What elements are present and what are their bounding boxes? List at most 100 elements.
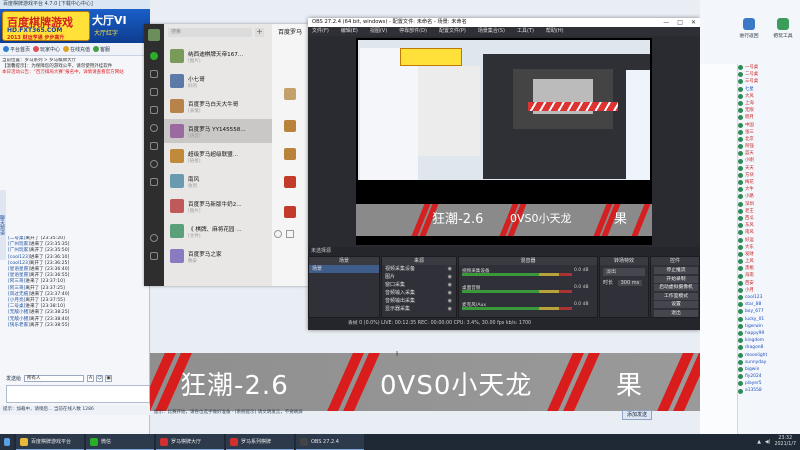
avatar[interactable] [148, 29, 160, 41]
network-icon[interactable]: ▲ [757, 440, 761, 445]
start-button[interactable] [0, 434, 14, 450]
emoji-icon[interactable] [274, 230, 282, 238]
chat-log-user[interactable]: [星语星愿] [8, 273, 30, 278]
taskbar-app[interactable]: 微信 [86, 434, 154, 450]
close-icon[interactable]: ✕ [691, 18, 696, 27]
player-list-item[interactable]: sunnyday [738, 359, 800, 366]
volume-meter[interactable] [462, 273, 572, 276]
chat-log-user[interactable]: [cool123] [8, 261, 30, 266]
chat-log-user[interactable]: [无敌小猪] [8, 317, 30, 322]
obs-menu-item[interactable]: 文件(F) [312, 27, 329, 36]
player-list-item[interactable]: 明月 [738, 114, 800, 121]
player-list-item[interactable]: lucky_01 [738, 316, 800, 323]
emoji-icon[interactable]: ☺ [96, 375, 104, 382]
eye-icon[interactable]: ◉ [448, 281, 452, 289]
eye-icon[interactable]: ◉ [448, 289, 452, 297]
chat-log-user[interactable]: [星语星愿] [8, 267, 30, 272]
add-icon[interactable]: + [255, 28, 264, 37]
folder-icon[interactable] [150, 106, 158, 114]
chat-log-user[interactable]: [阿三哥] [8, 279, 25, 284]
eye-icon[interactable]: ◉ [448, 305, 452, 313]
player-list-item[interactable]: a13558 [738, 387, 800, 394]
player-list-item[interactable]: 北京 [738, 136, 800, 143]
chat-log-user[interactable]: [快乐老家] [8, 323, 30, 328]
player-list-item[interactable]: 方块 [738, 172, 800, 179]
obs-menu-item[interactable]: 帮助(H) [546, 27, 564, 36]
player-list-item[interactable]: 天天 [738, 165, 800, 172]
player-list-item[interactable]: 三号桌 [738, 78, 800, 85]
channels-icon[interactable] [150, 142, 158, 150]
player-list-item[interactable]: 大东 [738, 244, 800, 251]
phone-icon[interactable] [150, 234, 158, 242]
obs-control-button[interactable]: 停止推流 [654, 267, 698, 274]
volume-meter[interactable] [462, 290, 572, 293]
wechat-conversation-item[interactable]: 百度罗马 YY145558... [语音] [164, 119, 272, 143]
player-list-item[interactable]: kingdom [738, 337, 800, 344]
player-list-item[interactable]: player5 [738, 380, 800, 387]
player-list-item[interactable]: 阿强 [738, 143, 800, 150]
chat-log-user[interactable]: [无敌小猪] [8, 310, 30, 315]
taskbar-app[interactable]: 罗马系列棋牌 [226, 434, 294, 450]
screenshot-icon[interactable]: ▣ [105, 375, 113, 382]
volume-meter[interactable] [462, 307, 572, 310]
player-list-item[interactable]: 好运 [738, 237, 800, 244]
toolbar-player-button[interactable]: 玩家中心 [33, 46, 60, 53]
obs-control-button[interactable]: 设置 [654, 301, 698, 309]
source-item[interactable]: 视频采集设备 ◉ [382, 265, 456, 273]
wechat-conversation-item[interactable]: 南风 收到 [164, 169, 272, 193]
minimize-icon[interactable]: — [663, 18, 669, 27]
obs-menu-item[interactable]: 停靠部件(D) [399, 27, 427, 36]
wechat-conversation-item[interactable]: 百度罗马新版牛奶2... [图片] [164, 194, 272, 218]
obs-menu-item[interactable]: 场景集合(S) [478, 27, 505, 36]
send-button[interactable]: 添加发送 [622, 410, 652, 420]
taskbar-app[interactable]: 百度棋牌游戏平台 [16, 434, 84, 450]
player-list-item[interactable]: 西瓜 [738, 215, 800, 222]
search-icon[interactable] [150, 160, 158, 168]
chat-log-user[interactable]: [小月亮] [8, 298, 25, 303]
player-list-item[interactable]: 大风 [738, 93, 800, 100]
toolbar-service-button[interactable]: 客服 [93, 46, 110, 53]
toolbar-recharge-button[interactable]: 在线充值 [63, 46, 90, 53]
source-item[interactable]: 图片 ◉ [382, 273, 456, 281]
player-list-item[interactable]: 西安 [738, 280, 800, 287]
wechat-conversation-item[interactable]: 小七哥 好的 [164, 69, 272, 93]
wechat-conversation-item[interactable]: 纳西迪棋牌天帝167... [图片] [164, 44, 272, 68]
favorites-icon[interactable] [150, 88, 158, 96]
wechat-conversation-item[interactable]: 百度罗马白天大牛哥 [表情] [164, 94, 272, 118]
taskbar-app[interactable]: 罗马棋牌大厅 [156, 434, 224, 450]
player-list-item[interactable]: 二号桌 [738, 71, 800, 78]
player-list-item[interactable]: 海南 [738, 272, 800, 279]
player-list-item[interactable]: 大牛 [738, 186, 800, 193]
chat-log-user[interactable]: [阿三哥] [8, 286, 25, 291]
wechat-search-input[interactable]: 搜索 [168, 28, 252, 37]
chat-log-user[interactable]: [广州玩家] [8, 248, 30, 253]
miniprogram-icon[interactable] [150, 178, 158, 186]
chat-log-user[interactable]: [风过无痕] [8, 292, 30, 297]
obs-control-button[interactable]: 工作室模式 [654, 292, 698, 300]
toolbar-home-button[interactable]: 平台首页 [3, 46, 30, 53]
eye-icon[interactable]: ◉ [448, 297, 452, 305]
player-list-item[interactable]: 南风 [738, 229, 800, 236]
tools-button[interactable]: 把玩工具 [772, 18, 794, 39]
duration-input[interactable]: 300 ms [617, 280, 643, 286]
volume-icon[interactable]: ◀) [765, 440, 771, 445]
player-list-item[interactable]: 小刚 [738, 157, 800, 164]
obs-menu-item[interactable]: 视图(V) [370, 27, 387, 36]
player-list-item[interactable]: dragon8 [738, 344, 800, 351]
player-list-item[interactable]: 中国 [738, 122, 800, 129]
wechat-conversation-item[interactable]: 超级罗马超级联盟... [链接] [164, 144, 272, 168]
player-list-item[interactable]: 东风 [738, 222, 800, 229]
source-item[interactable]: 显示器采集 ◉ [382, 305, 456, 313]
player-list-item[interactable]: 小月 [738, 287, 800, 294]
chat-channel-tab[interactable]: 聊天频道 [0, 190, 6, 260]
player-list-item[interactable]: 深圳 [738, 201, 800, 208]
obs-menu-item[interactable]: 配置文件(P) [439, 27, 466, 36]
chat-compose-input[interactable] [6, 385, 150, 403]
player-list-item[interactable]: star_88 [738, 301, 800, 308]
player-list-item[interactable]: 发财 [738, 251, 800, 258]
maximize-icon[interactable]: □ [677, 18, 683, 27]
player-list-item[interactable]: 蓝天 [738, 150, 800, 157]
moments-icon[interactable] [150, 124, 158, 132]
clock[interactable]: 23:32 2021/1/7 [774, 436, 796, 448]
obs-menu-item[interactable]: 工具(T) [517, 27, 534, 36]
